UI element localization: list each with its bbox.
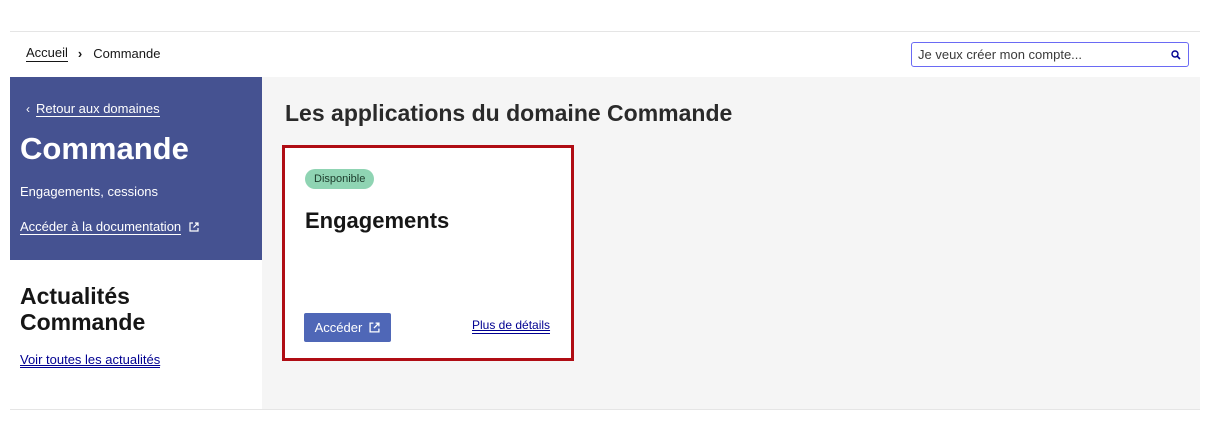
breadcrumb-home-link[interactable]: Accueil — [26, 45, 68, 62]
chevron-left-icon: ‹ — [26, 102, 30, 116]
breadcrumb-separator: › — [77, 46, 83, 61]
breadcrumb: Accueil › Commande — [26, 45, 160, 62]
status-badge: Disponible — [305, 169, 375, 189]
domain-title: Commande — [20, 131, 189, 166]
main-content: Les applications du domaine Commande Dis… — [262, 77, 1200, 409]
search-box — [911, 42, 1189, 67]
domain-sidebar: ‹ Retour aux domaines Commande Engagemen… — [10, 77, 262, 260]
see-all-news-link[interactable]: Voir toutes les actualités — [20, 352, 161, 368]
back-to-domains-link[interactable]: ‹ Retour aux domaines — [26, 101, 160, 117]
search-icon[interactable] — [1164, 43, 1188, 66]
news-title: Actualités Commande — [20, 283, 146, 335]
access-button-label: Accéder — [314, 320, 363, 335]
back-to-domains-label: Retour aux domaines — [36, 101, 160, 117]
access-button[interactable]: Accéder — [304, 313, 391, 342]
domain-subtitle: Engagements, cessions — [20, 184, 159, 199]
documentation-link[interactable]: Accéder à la documentation — [20, 219, 199, 235]
details-link[interactable]: Plus de détails — [472, 318, 551, 334]
breadcrumb-current: Commande — [93, 46, 161, 61]
external-link-icon — [189, 222, 199, 232]
external-link-icon — [369, 322, 380, 333]
application-card: Disponible Engagements Accéder Plus de d… — [282, 145, 574, 361]
search-input[interactable] — [912, 47, 1164, 62]
header-divider — [10, 31, 1200, 32]
footer-divider — [10, 409, 1200, 410]
documentation-link-label: Accéder à la documentation — [20, 219, 182, 235]
page-title: Les applications du domaine Commande — [285, 100, 733, 126]
application-title: Engagements — [305, 208, 450, 233]
